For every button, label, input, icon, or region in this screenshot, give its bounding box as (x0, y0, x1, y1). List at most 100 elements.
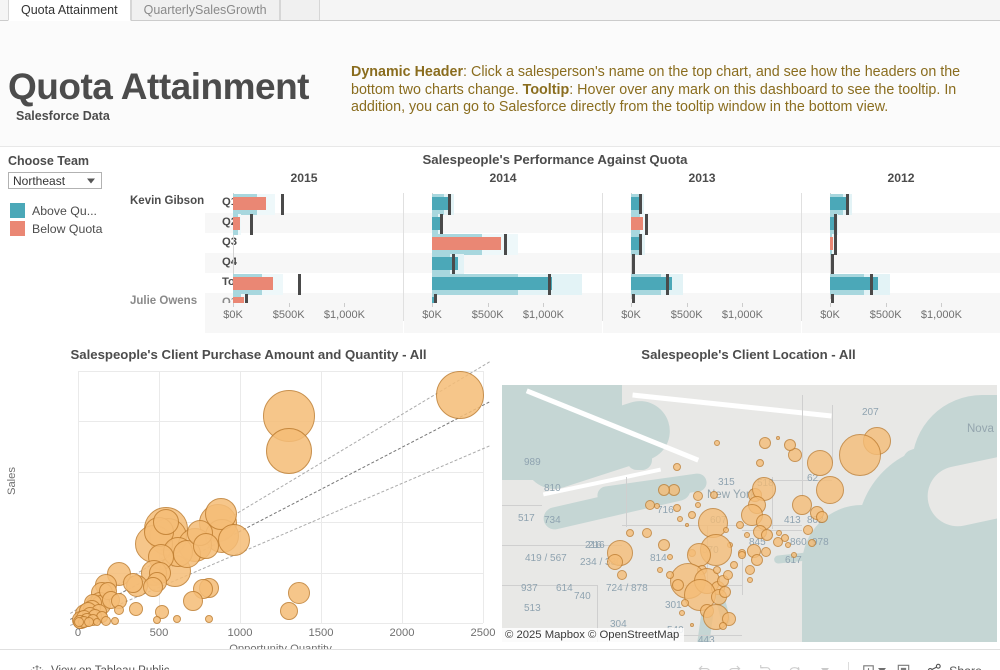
scatter-bubble[interactable] (172, 614, 181, 623)
tab-quota-attainment[interactable]: Quota Attainment (8, 0, 131, 21)
map-client-marker[interactable] (723, 570, 733, 580)
scatter-bubble[interactable] (205, 614, 214, 623)
view-on-tableau-public-link[interactable]: View on Tableau Public (30, 664, 170, 670)
redo-button[interactable] (719, 657, 749, 670)
map-client-marker[interactable] (839, 434, 881, 476)
map-client-marker[interactable] (808, 539, 816, 547)
map-canvas[interactable]: 989 810 517 734 216 419 / 567 234 / 330 937 614 7… (502, 385, 997, 642)
map-client-marker[interactable] (744, 532, 750, 538)
map-client-marker[interactable] (784, 439, 796, 451)
legend-item-above-quota[interactable]: Above Qu... (10, 202, 102, 219)
map-client-marker[interactable] (685, 523, 689, 527)
scatter-bubble[interactable] (101, 615, 112, 626)
map-client-marker[interactable] (719, 622, 727, 630)
map-client-marker[interactable] (713, 566, 721, 574)
quota-bar[interactable] (233, 217, 240, 230)
map-client-marker[interactable] (654, 503, 660, 509)
map-client-marker[interactable] (657, 567, 663, 573)
map-client-marker[interactable] (695, 502, 701, 508)
scatter-bubble[interactable] (265, 427, 312, 474)
map-client-marker[interactable] (719, 586, 731, 598)
year-panel-header: 2014 (489, 171, 517, 185)
map-client-marker[interactable] (730, 561, 738, 569)
axis-tick-mark (742, 303, 744, 307)
map-client-marker[interactable] (714, 440, 720, 446)
map-client-marker[interactable] (693, 491, 703, 501)
map-client-marker[interactable] (759, 437, 771, 449)
map-client-marker[interactable] (785, 542, 791, 548)
map-client-marker[interactable] (673, 463, 681, 471)
scatter-chart-title: Salespeople's Client Purchase Amount and… (70, 347, 427, 362)
map-client-marker[interactable] (803, 525, 813, 535)
scatter-bubble[interactable] (192, 533, 219, 560)
scatter-bubble[interactable] (436, 370, 485, 419)
year-panel-plot (802, 193, 1000, 315)
map-client-marker[interactable] (776, 436, 780, 440)
quota-bar[interactable] (432, 277, 552, 290)
quota-bar[interactable] (233, 277, 274, 290)
map-client-marker[interactable] (673, 504, 681, 512)
map-client-marker[interactable] (781, 534, 789, 542)
map-client-marker[interactable] (710, 491, 718, 499)
map-client-marker[interactable] (791, 552, 797, 558)
map-client-marker[interactable] (792, 495, 812, 515)
fullscreen-button[interactable] (888, 657, 918, 670)
map-client-marker[interactable] (667, 554, 673, 560)
map-client-marker[interactable] (690, 623, 694, 627)
map-client-marker[interactable] (745, 565, 755, 575)
quota-bar[interactable] (631, 217, 644, 230)
revert-button[interactable] (749, 657, 779, 670)
scatter-bubble[interactable] (114, 604, 125, 615)
instructions-bold-dynamic-header: Dynamic Header (351, 64, 464, 80)
download-button[interactable] (858, 657, 888, 670)
refresh-button[interactable] (779, 657, 809, 670)
map-client-marker[interactable] (816, 511, 828, 523)
scatter-bubble[interactable] (183, 590, 204, 611)
legend-swatch-above-quota (10, 203, 25, 218)
map-client-marker[interactable] (688, 511, 696, 519)
map-client-marker[interactable] (666, 571, 674, 579)
map-client-marker[interactable] (681, 599, 689, 607)
map-client-marker[interactable] (747, 577, 753, 583)
quota-bar[interactable] (233, 197, 267, 210)
team-dropdown[interactable]: Northeast (8, 172, 102, 189)
pause-updates-dropdown[interactable] (809, 657, 839, 670)
map-client-marker[interactable] (658, 484, 670, 496)
scatter-bubble[interactable] (288, 582, 311, 605)
quota-bar[interactable] (432, 237, 502, 250)
scatter-bubble[interactable] (92, 617, 101, 626)
map-client-marker[interactable] (761, 529, 773, 541)
map-client-marker[interactable] (642, 528, 652, 538)
map-area-code-label: 413 (784, 515, 801, 526)
map-client-marker[interactable] (751, 554, 763, 566)
scatter-bubble[interactable] (129, 601, 144, 616)
scatter-bubble[interactable] (280, 601, 299, 620)
scatter-bubble[interactable] (217, 523, 250, 556)
map-client-marker[interactable] (816, 476, 844, 504)
map-client-marker[interactable] (761, 547, 771, 557)
salesperson-name-label[interactable]: Kevin Gibson (130, 195, 204, 207)
salesperson-name-label[interactable]: Julie Owens (130, 295, 197, 307)
scatter-bubble[interactable] (142, 576, 163, 597)
scatter-gridline-v (402, 371, 403, 623)
map-client-marker[interactable] (658, 539, 670, 551)
map-client-marker[interactable] (677, 516, 683, 522)
map-client-marker[interactable] (736, 521, 744, 529)
undo-button[interactable] (689, 657, 719, 670)
map-client-marker[interactable] (607, 554, 623, 570)
map-client-marker[interactable] (617, 570, 627, 580)
map-client-marker[interactable] (807, 450, 833, 476)
map-client-marker[interactable] (756, 459, 764, 467)
scatter-bubble[interactable] (111, 616, 120, 625)
map-client-marker[interactable] (723, 527, 729, 533)
quota-bar[interactable] (432, 217, 440, 230)
map-client-marker[interactable] (626, 529, 634, 537)
map-client-marker[interactable] (672, 579, 684, 591)
quota-bar[interactable] (432, 197, 450, 210)
instructions-text: Dynamic Header: Click a salesperson's na… (351, 64, 991, 117)
map-client-marker[interactable] (738, 551, 746, 559)
tab-quarterly-sales-growth[interactable]: QuarterlySalesGrowth (130, 0, 280, 20)
legend-item-below-quota[interactable]: Below Quota (10, 220, 102, 237)
share-button[interactable]: Share (926, 662, 982, 670)
map-client-marker[interactable] (679, 610, 685, 616)
